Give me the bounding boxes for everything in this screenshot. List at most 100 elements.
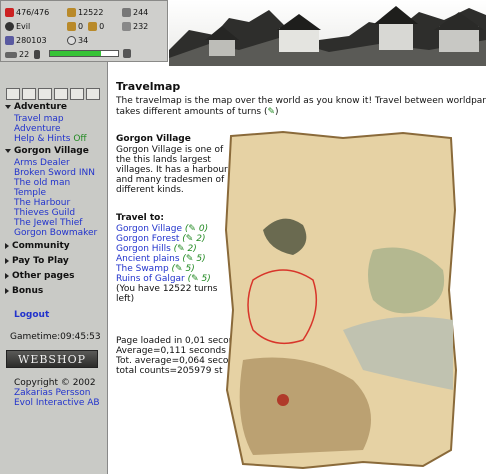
- footer-average: Average=0,111 seconds: [116, 346, 226, 356]
- sidebar-icon-tabs: [6, 88, 100, 100]
- health-stat: 476/476: [5, 8, 49, 17]
- experience-icon: [5, 36, 14, 45]
- coin-icon: [67, 22, 76, 31]
- level-icon: [5, 51, 17, 58]
- header-banner: [169, 0, 486, 66]
- sword-icon: [122, 8, 131, 17]
- sidebar-item-arms-dealer[interactable]: Arms Dealer: [14, 158, 70, 168]
- destination-link[interactable]: Gorgon Hills (✎ 2): [116, 244, 197, 255]
- main-content: Travelmap The travelmap is the map over …: [108, 66, 486, 474]
- turns-left-2: left): [116, 294, 135, 304]
- copyright-line-2[interactable]: Zakarias Persson: [14, 388, 90, 398]
- chevron-down-icon: [5, 105, 11, 109]
- location-title: Gorgon Village: [116, 134, 191, 144]
- destination-turns: (✎ 5): [184, 274, 211, 284]
- section-community[interactable]: Community: [5, 241, 70, 251]
- alignment-stat: Evil: [5, 22, 30, 31]
- defense-stat: 232: [122, 22, 148, 31]
- chevron-down-icon: [5, 149, 11, 153]
- destination-turns-value: 5: [201, 274, 208, 284]
- destination-name[interactable]: The Swamp: [116, 264, 169, 274]
- destination-turns: (✎ 2): [179, 234, 206, 244]
- chevron-right-icon: [5, 258, 9, 264]
- destination-link[interactable]: Gorgon Forest (✎ 2): [116, 234, 205, 245]
- section-bonus[interactable]: Bonus: [5, 286, 43, 296]
- intro-line-2: takes different amounts of turns (✎): [116, 107, 279, 117]
- location-desc-2: the this lands largest: [116, 155, 211, 165]
- destination-name[interactable]: Gorgon Village: [116, 224, 182, 234]
- webshop-button[interactable]: WEBSHOP: [6, 350, 98, 368]
- resource-stat: 00: [67, 22, 104, 31]
- energy-bar-fill: [50, 51, 101, 56]
- destination-turns-value: 5: [196, 254, 203, 264]
- level-stat: 22: [5, 50, 41, 59]
- sidebar-item-bowmaker[interactable]: Gorgon Bowmaker: [14, 228, 97, 238]
- destination-turns-value: 5: [185, 264, 192, 274]
- destination-turns: (✎ 5): [179, 254, 206, 264]
- tab-icon-6[interactable]: [86, 88, 100, 100]
- page-title: Travelmap: [116, 80, 181, 93]
- gold-stat: 12522: [67, 8, 103, 17]
- location-desc-1: Gorgon Village is one of: [116, 145, 224, 155]
- tab-icon-4[interactable]: [54, 88, 68, 100]
- copyright-line-1: Copyright © 2002: [14, 378, 96, 388]
- destination-name[interactable]: Gorgon Hills: [116, 244, 171, 254]
- tab-icon-5[interactable]: [70, 88, 84, 100]
- sidebar-item-jewel-thief[interactable]: The Jewel Thief: [14, 218, 82, 228]
- sidebar-item-old-man[interactable]: The old man: [14, 178, 70, 188]
- gem-icon: [88, 22, 98, 31]
- section-adventure[interactable]: Adventure: [5, 102, 67, 112]
- chevron-right-icon: [5, 243, 9, 249]
- section-pay-to-play[interactable]: Pay To Play: [5, 256, 69, 266]
- moon-icon: [5, 22, 14, 31]
- destination-link[interactable]: Ruins of Galgar (✎ 5): [116, 274, 211, 285]
- destination-turns: (✎ 2): [170, 244, 197, 254]
- destination-turns-value: 2: [187, 244, 194, 254]
- destination-link[interactable]: The Swamp (✎ 5): [116, 264, 195, 275]
- destination-link[interactable]: Ancient plains (✎ 5): [116, 254, 206, 265]
- tab-icon-1[interactable]: [6, 88, 20, 100]
- skull-icon: [67, 36, 76, 45]
- turn-icon: ✎: [267, 107, 276, 117]
- map-marker[interactable]: [277, 394, 289, 406]
- sidebar-item-thieves-guild[interactable]: Thieves Guild: [14, 208, 75, 218]
- location-desc-5: different kinds.: [116, 185, 184, 195]
- logout-link[interactable]: Logout: [14, 310, 49, 320]
- destination-name[interactable]: Gorgon Forest: [116, 234, 179, 244]
- sidebar-item-adventure[interactable]: Adventure: [14, 124, 61, 134]
- sidebar-item-temple[interactable]: Temple: [14, 188, 46, 198]
- gametime: Gametime:09:45:53: [10, 332, 101, 342]
- sidebar-item-travel-map[interactable]: Travel map: [14, 114, 64, 124]
- copyright-line-3[interactable]: Evol Interactive AB: [14, 398, 100, 408]
- lock-icon: [34, 50, 41, 59]
- gold-icon: [67, 8, 76, 17]
- sidebar-item-harbour[interactable]: The Harbour: [14, 198, 70, 208]
- heart-icon: [5, 8, 14, 17]
- destination-turns-value: 2: [196, 234, 202, 244]
- section-gorgon-village[interactable]: Gorgon Village: [5, 146, 89, 156]
- figure-icon: [123, 49, 131, 58]
- chevron-right-icon: [5, 288, 9, 294]
- destination-turns-value: 0: [198, 224, 205, 234]
- location-desc-4: and many tradesmen of: [116, 175, 225, 185]
- footer-load-time: Page loaded in 0,01 secon: [116, 336, 235, 346]
- destination-link[interactable]: Gorgon Village (✎ 0): [116, 224, 208, 235]
- shield-icon: [122, 22, 131, 31]
- hints-state: Off: [73, 134, 87, 144]
- attack-stat: 244: [122, 8, 148, 17]
- energy-bar: [49, 50, 119, 57]
- world-map[interactable]: [223, 130, 458, 470]
- destination-name[interactable]: Ancient plains: [116, 254, 180, 264]
- tab-icon-2[interactable]: [22, 88, 36, 100]
- tab-icon-3[interactable]: [38, 88, 52, 100]
- intro-line-1: The travelmap is the map over the world …: [116, 96, 486, 106]
- travel-to-heading: Travel to:: [116, 213, 164, 223]
- sidebar-item-broken-sword-inn[interactable]: Broken Sword INN: [14, 168, 95, 178]
- section-other-pages[interactable]: Other pages: [5, 271, 74, 281]
- footer-tot-average: Tot. average=0,064 secor: [116, 356, 233, 366]
- destination-name[interactable]: Ruins of Galgar: [116, 274, 185, 284]
- sidebar: Adventure Travel map Adventure Help & Hi…: [0, 62, 108, 474]
- sidebar-item-help-hints[interactable]: Help & Hints Off: [14, 134, 87, 144]
- kills-stat: 34: [67, 36, 88, 45]
- chevron-right-icon: [5, 273, 9, 279]
